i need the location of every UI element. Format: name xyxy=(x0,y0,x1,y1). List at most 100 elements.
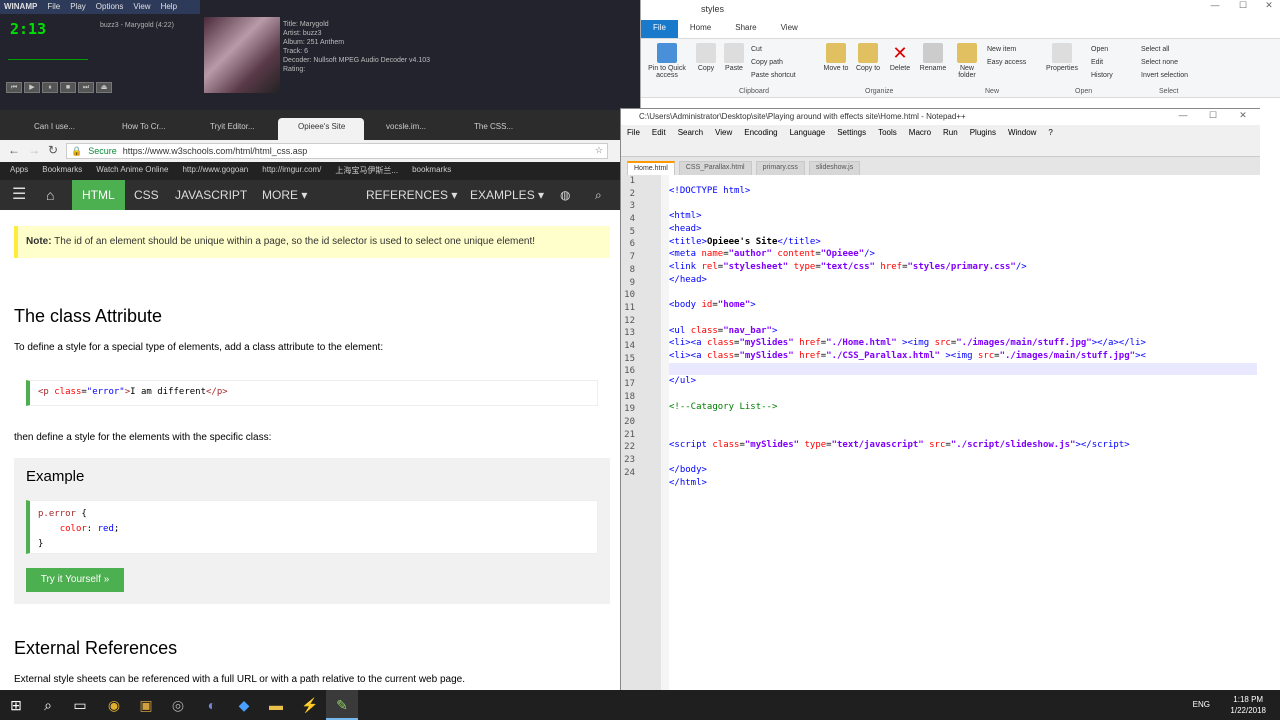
prev-icon[interactable]: ⏮ xyxy=(6,82,22,93)
forward-icon[interactable]: → xyxy=(28,143,40,157)
bookmark-item[interactable]: http://www.gogoan xyxy=(182,165,248,177)
maximize-icon[interactable]: ☐ xyxy=(1229,0,1257,11)
bookmark-item[interactable]: http://imgur.com/ xyxy=(262,165,321,177)
winamp-icon[interactable]: ⚡ xyxy=(294,690,326,720)
select-none-button[interactable]: Select none xyxy=(1141,56,1188,69)
clock[interactable]: 1:18 PM 1/22/2018 xyxy=(1230,694,1266,716)
easy-access-button[interactable]: Easy access xyxy=(987,56,1026,69)
nav-javascript[interactable]: JAVASCRIPT xyxy=(175,180,247,210)
copy-path-button[interactable]: Copy path xyxy=(751,56,796,69)
minimize-icon[interactable]: — xyxy=(1201,0,1229,10)
code-text[interactable]: <!DOCTYPE html> <html> <head> <title>Opieee… xyxy=(669,175,1257,510)
address-bar[interactable]: 🔒 Secure https://www.w3schools.com/html/ht… xyxy=(66,143,608,159)
task-view-icon[interactable]: ▭ xyxy=(64,690,96,720)
menu-encoding[interactable]: Encoding xyxy=(738,125,783,141)
play-icon[interactable]: ▶ xyxy=(24,82,40,93)
menu-window[interactable]: Window xyxy=(1002,125,1042,141)
code-editor[interactable]: 1 2 3 4 5 6 7 8 9 10 11 12 13 14 15 16 17 18 19 20 21 22 23 24 … xyxy=(621,175,1261,691)
minimize-icon[interactable]: — xyxy=(1169,110,1197,120)
menu-file[interactable]: File xyxy=(621,125,646,141)
nav-examples[interactable]: EXAMPLES ▾ xyxy=(470,180,544,210)
discord-icon[interactable]: ◐ xyxy=(196,690,228,720)
close-icon[interactable]: ✕ xyxy=(1255,0,1280,11)
next-icon[interactable]: ⏭ xyxy=(78,82,94,93)
menu-settings[interactable]: Settings xyxy=(831,125,872,141)
copy-button[interactable]: Copy xyxy=(693,43,719,72)
browser-tab[interactable]: How To Cr... xyxy=(102,118,188,140)
try-it-yourself-button[interactable]: Try it Yourself » xyxy=(26,568,124,592)
menu-macro[interactable]: Macro xyxy=(903,125,937,141)
winamp-menu-help[interactable]: Help xyxy=(161,2,177,12)
open-button[interactable]: Open xyxy=(1091,43,1113,56)
app-icon[interactable]: ◎ xyxy=(162,690,194,720)
menu-icon[interactable]: ☰ xyxy=(12,180,26,210)
nav-html[interactable]: HTML xyxy=(72,180,125,210)
maximize-icon[interactable]: ☐ xyxy=(1199,110,1227,121)
new-folder-button[interactable]: New folder xyxy=(951,43,983,79)
menu-run[interactable]: Run xyxy=(937,125,964,141)
rename-button[interactable]: Rename xyxy=(917,43,949,72)
search-icon[interactable]: ⌕ xyxy=(32,690,64,720)
globe-icon[interactable]: ◍ xyxy=(560,180,570,210)
history-button[interactable]: History xyxy=(1091,69,1113,82)
properties-button[interactable]: Properties xyxy=(1043,43,1081,72)
edit-button[interactable]: Edit xyxy=(1091,56,1113,69)
menu-help[interactable]: ? xyxy=(1042,125,1058,141)
reload-icon[interactable]: ↻ xyxy=(48,143,58,157)
menu-tools[interactable]: Tools xyxy=(872,125,903,141)
tab-share[interactable]: Share xyxy=(723,20,768,38)
winamp-menu-options[interactable]: Options xyxy=(96,2,124,12)
file-tab[interactable]: CSS_Parallax.html xyxy=(678,161,752,175)
paste-button[interactable]: Paste xyxy=(721,43,747,72)
file-tab[interactable]: primary.css xyxy=(755,161,805,175)
bookmark-item[interactable]: 上海宝马伊斯兰... xyxy=(335,165,398,177)
eject-icon[interactable]: ⏏ xyxy=(96,82,112,93)
chrome-icon[interactable]: ◉ xyxy=(98,690,130,720)
menu-search[interactable]: Search xyxy=(672,125,709,141)
tab-file[interactable]: File xyxy=(641,20,678,38)
bookmark-item[interactable]: bookmarks xyxy=(412,165,451,177)
browser-tab[interactable]: vocsle.im... xyxy=(366,118,452,140)
paste-shortcut-button[interactable]: Paste shortcut xyxy=(751,69,796,82)
copy-to-button[interactable]: Copy to xyxy=(853,43,883,72)
winamp-menu-play[interactable]: Play xyxy=(70,2,86,12)
browser-tab[interactable]: The CSS... xyxy=(454,118,540,140)
app-icon[interactable]: ▣ xyxy=(130,690,162,720)
notepadpp-icon[interactable]: ✎ xyxy=(326,690,358,720)
file-tab[interactable]: slideshow.js xyxy=(808,161,861,175)
stop-icon[interactable]: ■ xyxy=(60,82,76,93)
tab-view[interactable]: View xyxy=(769,20,810,38)
close-icon[interactable]: ✕ xyxy=(1229,110,1257,121)
browser-tab[interactable]: Can I use... xyxy=(14,118,100,140)
pause-icon[interactable]: ⏸ xyxy=(42,82,58,93)
folder-icon[interactable]: ▬ xyxy=(260,690,292,720)
bookmark-item[interactable]: Apps xyxy=(10,165,28,177)
winamp-menu-file[interactable]: File xyxy=(47,2,60,12)
winamp-menu-view[interactable]: View xyxy=(133,2,150,12)
select-all-button[interactable]: Select all xyxy=(1141,43,1188,56)
file-tab-active[interactable]: Home.html xyxy=(627,161,675,175)
new-item-button[interactable]: New item xyxy=(987,43,1026,56)
delete-button[interactable]: ✕ Delete xyxy=(885,43,915,72)
back-icon[interactable]: ← xyxy=(8,143,20,157)
pin-button[interactable]: Pin to Quick access xyxy=(645,43,689,79)
search-icon[interactable]: ⌕ xyxy=(595,180,602,210)
star-icon[interactable]: ☆ xyxy=(595,145,603,156)
menu-plugins[interactable]: Plugins xyxy=(964,125,1002,141)
cut-button[interactable]: Cut xyxy=(751,43,796,56)
tab-home[interactable]: Home xyxy=(678,20,723,38)
bookmark-item[interactable]: Watch Anime Online xyxy=(96,165,168,177)
nav-more[interactable]: MORE ▾ xyxy=(262,180,307,210)
browser-tab-active[interactable]: Opieee's Site xyxy=(278,118,364,140)
nav-css[interactable]: CSS xyxy=(134,180,159,210)
bookmark-item[interactable]: Bookmarks xyxy=(42,165,82,177)
menu-edit[interactable]: Edit xyxy=(646,125,672,141)
menu-language[interactable]: Language xyxy=(784,125,832,141)
move-to-button[interactable]: Move to xyxy=(821,43,851,72)
language-indicator[interactable]: ENG xyxy=(1193,700,1210,709)
browser-tab[interactable]: Tryit Editor... xyxy=(190,118,276,140)
invert-selection-button[interactable]: Invert selection xyxy=(1141,69,1188,82)
menu-view[interactable]: View xyxy=(709,125,738,141)
home-icon[interactable]: ⌂ xyxy=(46,180,54,210)
start-icon[interactable]: ⊞ xyxy=(0,690,32,720)
